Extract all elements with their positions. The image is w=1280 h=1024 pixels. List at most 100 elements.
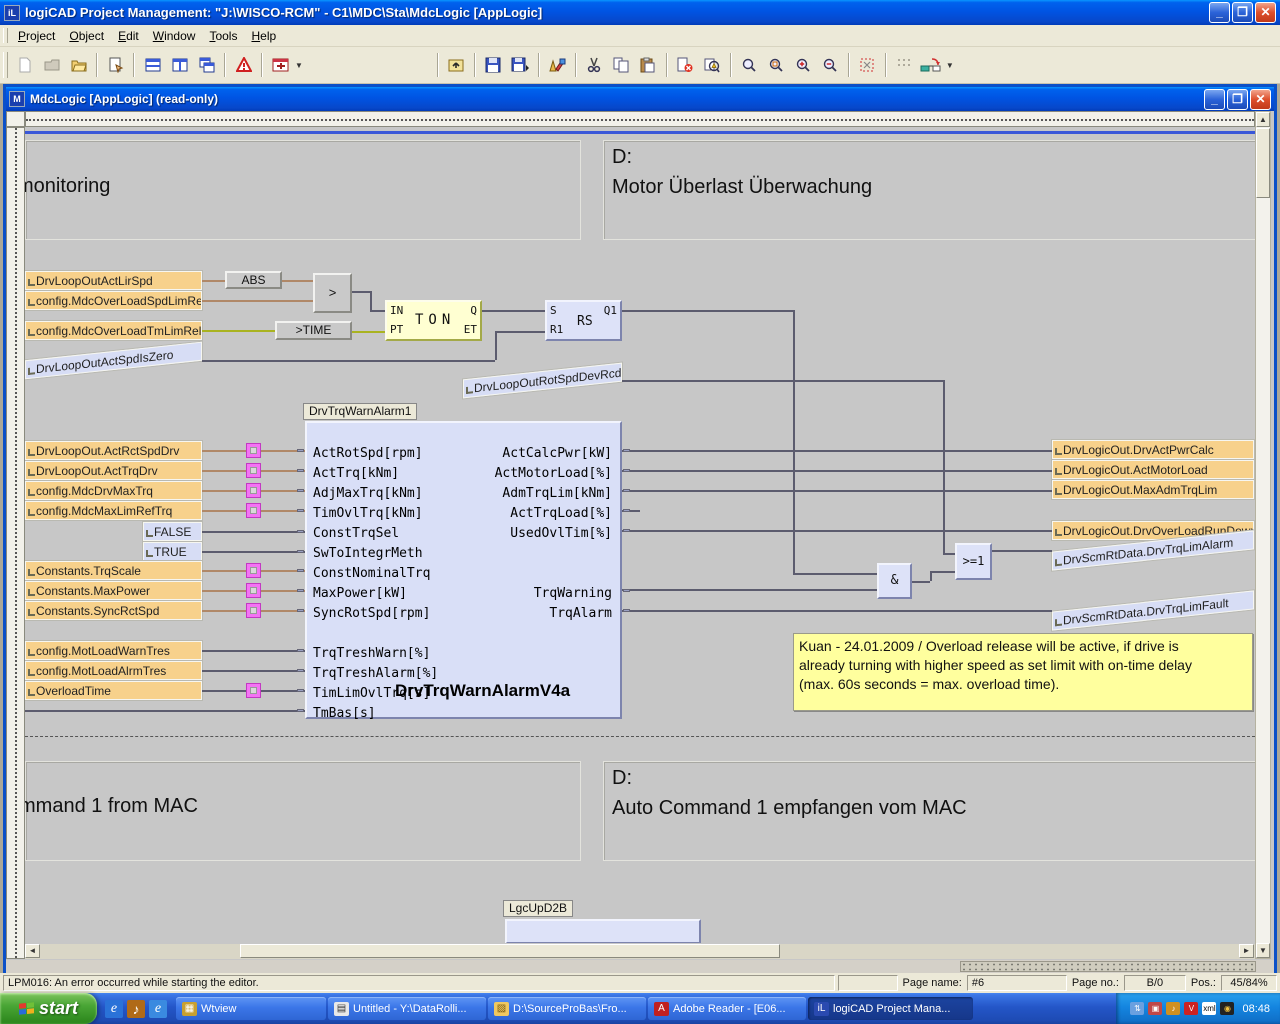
horizontal-scroll-thumb[interactable] [240,944,780,958]
save-icon[interactable] [481,53,506,78]
input-variable[interactable]: DrvLoopOutRotSpdDevRcd [463,363,622,399]
output-variable[interactable]: DrvLogicOut.ActMotorLoad [1052,460,1254,479]
error-list-icon[interactable] [231,53,256,78]
browser-icon[interactable]: e [149,1000,167,1018]
restore-button[interactable]: ❐ [1232,2,1253,23]
constant-false[interactable]: FALSE [143,522,202,541]
input-variable[interactable]: config.MdcDrvMaxTrq [25,481,202,500]
taskbar-task-wtview[interactable]: ▦ Wtview [176,997,326,1020]
menu-tools[interactable]: Tools [202,27,244,45]
logic-canvas[interactable]: monitoring D: Motor Überlast Überwachung… [25,127,1255,943]
taskbar-task-untitled[interactable]: ▤ Untitled - Y:\DataRolli... [328,997,486,1020]
start-button[interactable]: start [0,993,97,1024]
doc-close-button[interactable]: ✕ [1250,89,1271,110]
greater-block[interactable]: > [313,273,352,313]
constant-true[interactable]: TRUE [143,542,202,561]
horizontal-scrollbar[interactable]: ◄ ► [25,944,1255,959]
object-properties-icon[interactable] [103,53,128,78]
check-logic-icon[interactable] [700,53,725,78]
input-variable[interactable]: DrvLoopOutActLirSpd [25,271,202,290]
taskbar-task-logicad[interactable]: iL logiCAD Project Mana... [808,997,973,1020]
cascade-windows-icon[interactable] [194,53,219,78]
input-variable[interactable]: DrvLoopOut.ActRctSpdDrv [25,441,202,460]
input-variable[interactable]: config.MdcMaxLimRefTrq [25,501,202,520]
input-variable[interactable]: Constants.TrqScale [25,561,202,580]
or-gate-block[interactable]: >=1 [955,543,992,580]
minimize-button[interactable]: _ [1209,2,1230,23]
abs-block[interactable]: ABS [225,271,282,289]
conversion-box[interactable] [246,483,261,498]
network-icon[interactable]: ⇅ [1130,1002,1144,1015]
doc-minimize-button[interactable]: _ [1204,89,1225,110]
xhtml-icon[interactable]: xml [1202,1002,1216,1015]
toolbar-dropdown-caret[interactable]: ▼ [295,61,303,70]
taskbar-task-adobe[interactable]: A Adobe Reader - [E06... [648,997,806,1020]
close-button[interactable]: ✕ [1255,2,1276,23]
new-window-icon[interactable] [268,53,293,78]
lgc-function-block[interactable] [505,919,701,943]
vertical-scrollbar[interactable]: ▲ ▼ [1255,111,1271,959]
audio-icon[interactable]: ♪ [1166,1002,1180,1015]
grid-icon[interactable] [892,53,917,78]
menu-edit[interactable]: Edit [111,27,146,45]
menu-help[interactable]: Help [244,27,283,45]
output-variable[interactable]: DrvScmRtData.DrvTrqLimFault [1052,590,1254,630]
scroll-up-button[interactable]: ▲ [1256,112,1270,127]
menu-window[interactable]: Window [146,27,203,45]
and-gate-block[interactable]: & [877,563,912,599]
input-variable[interactable]: config.MdcOverLoadTmLimRel [25,321,202,340]
fb-instance-tab[interactable]: DrvTrqWarnAlarm1 [303,403,417,420]
input-variable[interactable]: config.MotLoadAlrmTres [25,661,202,680]
open-project-icon[interactable] [66,53,91,78]
antivirus-icon[interactable]: V [1184,1002,1198,1015]
input-variable[interactable]: config.MdcOverLoadSpdLimRel [25,291,202,310]
delete-object-icon[interactable] [673,53,698,78]
conversion-box[interactable] [246,683,261,698]
zoom-out-icon[interactable] [818,53,843,78]
vertical-scroll-thumb[interactable] [1256,128,1270,198]
conversion-box[interactable] [246,443,261,458]
input-variable[interactable]: OverloadTime [25,681,202,700]
menu-project[interactable]: Project [11,27,62,45]
conversion-box[interactable] [246,463,261,478]
menu-object[interactable]: Object [62,27,111,45]
input-variable[interactable]: config.MotLoadWarnTres [25,641,202,660]
up-one-level-icon[interactable] [444,53,469,78]
edit-drawing-icon[interactable] [545,53,570,78]
function-block[interactable]: ActRotSpd[rpm] ActTrq[kNm] AdjMaxTrq[kNm… [305,421,622,719]
zoom-in-icon[interactable] [791,53,816,78]
lgc-instance-tab[interactable]: LgcUpD2B [503,900,573,917]
input-variable[interactable]: Constants.SyncRctSpd [25,601,202,620]
doc-restore-button[interactable]: ❐ [1227,89,1248,110]
new-document-icon[interactable] [12,53,37,78]
output-variable[interactable]: DrvLogicOut.MaxAdmTrqLim [1052,480,1254,499]
volume-icon[interactable]: ◉ [1220,1002,1234,1015]
time-convert-block[interactable]: >TIME [275,321,352,340]
copy-icon[interactable] [609,53,634,78]
zoom-fit-icon[interactable] [855,53,880,78]
display-icon[interactable]: ▣ [1148,1002,1162,1015]
save-all-icon[interactable] [508,53,533,78]
scroll-left-button[interactable]: ◄ [25,944,40,958]
connection-mode-icon[interactable] [919,53,944,78]
paste-icon[interactable] [636,53,661,78]
input-variable[interactable]: Constants.MaxPower [25,581,202,600]
conversion-box[interactable] [246,503,261,518]
input-variable[interactable]: DrvLoopOutActSpdIsZero [25,342,202,380]
scroll-right-button[interactable]: ► [1239,944,1254,958]
split-horizontal-icon[interactable] [140,53,165,78]
input-variable[interactable]: DrvLoopOut.ActTrqDrv [25,461,202,480]
conversion-box[interactable] [246,583,261,598]
comment-box[interactable]: Kuan - 24.01.2009 / Overload release wil… [793,633,1253,711]
ton-timer-block[interactable]: IN PT Q ET TON [385,300,482,341]
output-variable[interactable]: DrvLogicOut.DrvActPwrCalc [1052,440,1254,459]
page-panner[interactable] [960,961,1256,972]
rs-flipflop-block[interactable]: S R1 Q1 RS [545,300,622,341]
conversion-box[interactable] [246,603,261,618]
zoom-icon[interactable] [737,53,762,78]
conversion-box[interactable] [246,563,261,578]
open-document-icon[interactable] [39,53,64,78]
internet-explorer-icon[interactable]: e [105,1000,123,1018]
split-vertical-icon[interactable] [167,53,192,78]
zoom-window-icon[interactable] [764,53,789,78]
